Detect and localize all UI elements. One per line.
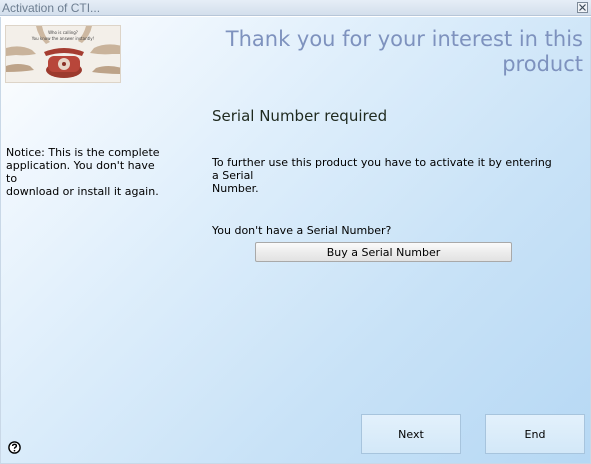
page-title-line1: Thank you for your interest in this: [225, 27, 583, 51]
activation-dialog: Who is calling? You know the answer inst…: [0, 17, 591, 464]
notice-text: Notice: This is the complete application…: [6, 146, 166, 198]
banner-caption-line2: You know the answer instantly!: [31, 36, 95, 41]
section-heading: Serial Number required: [212, 107, 388, 125]
title-bar: Activation of CTI...: [0, 0, 591, 16]
instruction-text: To further use this product you have to …: [212, 156, 562, 195]
window-title: Activation of CTI...: [2, 1, 101, 15]
help-icon[interactable]: [8, 441, 21, 454]
banner-caption-line1: Who is calling?: [48, 30, 78, 35]
page-title: Thank you for your interest in this prod…: [183, 27, 583, 77]
product-banner-image: Who is calling? You know the answer inst…: [5, 25, 121, 83]
page-title-line2: product: [502, 52, 583, 76]
no-serial-question: You don't have a Serial Number?: [212, 224, 392, 237]
notice-line3: download or install it again.: [6, 185, 159, 198]
close-button[interactable]: [577, 2, 588, 13]
instruction-line2: Number.: [212, 182, 259, 195]
notice-line2: application. You don't have to: [6, 159, 155, 185]
close-icon: [579, 4, 586, 11]
end-button[interactable]: End: [485, 414, 585, 454]
next-button[interactable]: Next: [361, 414, 461, 454]
buy-serial-number-button[interactable]: Buy a Serial Number: [255, 242, 512, 262]
notice-line1: Notice: This is the complete: [6, 146, 160, 159]
question-mark-icon: [8, 441, 21, 454]
instruction-line1: To further use this product you have to …: [212, 156, 552, 182]
